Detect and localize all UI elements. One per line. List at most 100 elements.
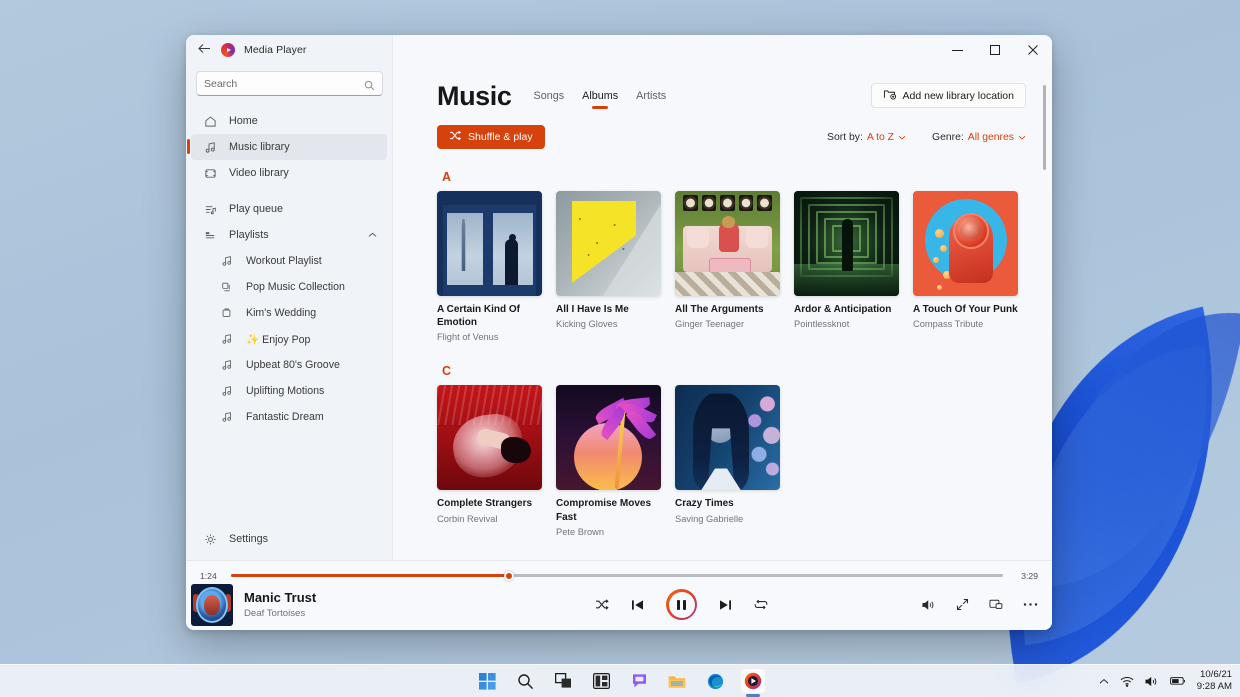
sidebar-item-home[interactable]: Home bbox=[191, 108, 387, 134]
album-row: A Certain Kind Of Emotion Flight of Venu… bbox=[437, 191, 1026, 343]
add-folder-icon bbox=[883, 88, 896, 103]
sidebar-playlist-pop-music-collection[interactable]: Pop Music Collection bbox=[191, 274, 387, 300]
album-card[interactable]: All The Arguments Ginger Teenager bbox=[675, 191, 780, 343]
add-new-library-location-button[interactable]: Add new library location bbox=[870, 83, 1026, 108]
volume-icon[interactable] bbox=[1145, 676, 1159, 687]
album-card[interactable]: All I Have Is Me Kicking Gloves bbox=[556, 191, 661, 343]
sidebar-item-settings[interactable]: Settings bbox=[191, 526, 387, 552]
sidebar-playlist-enjoy-pop[interactable]: ✨ Enjoy Pop bbox=[191, 326, 387, 352]
chevron-down-icon bbox=[898, 133, 906, 142]
start-icon[interactable] bbox=[475, 669, 499, 693]
seek-slider[interactable] bbox=[231, 570, 1003, 581]
clock[interactable]: 10/6/21 9:28 AM bbox=[1197, 669, 1232, 694]
player-row: Manic Trust Deaf Tortoises bbox=[186, 583, 1052, 630]
player-bar: 1:24 3:29 Manic Trust Deaf Tortoises bbox=[186, 560, 1052, 630]
search-container bbox=[186, 65, 392, 106]
album-art[interactable] bbox=[556, 191, 661, 296]
album-art[interactable] bbox=[675, 385, 780, 491]
search-input[interactable] bbox=[204, 77, 364, 90]
media-player-logo-icon bbox=[221, 43, 235, 57]
album-art[interactable] bbox=[794, 191, 899, 296]
pause-button[interactable] bbox=[666, 589, 697, 620]
shuffle-label: Shuffle & play bbox=[468, 131, 533, 143]
previous-track-icon[interactable] bbox=[631, 599, 644, 611]
sidebar-item-label: Music library bbox=[229, 141, 290, 153]
playlist-label: Uplifting Motions bbox=[246, 385, 325, 397]
sidebar-playlist-upbeat-80s-groove[interactable]: Upbeat 80's Groove bbox=[191, 352, 387, 378]
page-header: Music Songs Albums Artists Add new libra… bbox=[437, 65, 1026, 110]
album-artist: Saving Gabrielle bbox=[675, 513, 744, 524]
chat-icon[interactable] bbox=[627, 669, 651, 693]
album-art[interactable] bbox=[556, 385, 661, 491]
widgets-icon[interactable] bbox=[589, 669, 613, 693]
file-explorer-icon[interactable] bbox=[665, 669, 689, 693]
album-art[interactable] bbox=[437, 385, 542, 491]
sidebar-playlist-fantastic-dream[interactable]: Fantastic Dream bbox=[191, 404, 387, 430]
home-icon bbox=[203, 115, 218, 128]
tab-songs[interactable]: Songs bbox=[534, 90, 565, 109]
sort-by-dropdown[interactable]: Sort by: A to Z bbox=[827, 132, 906, 143]
next-track-icon[interactable] bbox=[719, 599, 732, 611]
sidebar-item-music-library[interactable]: Music library bbox=[187, 134, 387, 160]
sidebar-item-play-queue[interactable]: Play queue bbox=[191, 196, 387, 222]
tab-albums[interactable]: Albums bbox=[582, 90, 618, 109]
sidebar-item-video-library[interactable]: Video library bbox=[191, 160, 387, 186]
wifi-icon[interactable] bbox=[1120, 676, 1134, 687]
chevron-down-icon bbox=[1018, 133, 1026, 142]
task-view-icon[interactable] bbox=[551, 669, 575, 693]
media-player-icon[interactable] bbox=[741, 669, 765, 693]
sidebar-playlist-workout-playlist[interactable]: Workout Playlist bbox=[191, 248, 387, 274]
content-scrollbar[interactable] bbox=[1043, 85, 1046, 170]
album-card[interactable]: Compromise Moves Fast Pete Brown bbox=[556, 385, 661, 537]
shuffle-icon[interactable] bbox=[595, 598, 609, 611]
album-card[interactable]: A Touch Of Your Punk Compass Tribute bbox=[913, 191, 1018, 343]
search-icon[interactable] bbox=[513, 669, 537, 693]
playlist-label: Pop Music Collection bbox=[246, 281, 345, 293]
album-row: Complete Strangers Corbin Revival Compro… bbox=[437, 385, 1026, 537]
sidebar-item-label: Play queue bbox=[229, 203, 284, 215]
now-playing[interactable]: Manic Trust Deaf Tortoises bbox=[191, 583, 441, 626]
album-card[interactable]: Complete Strangers Corbin Revival bbox=[437, 385, 542, 537]
now-playing-text: Manic Trust Deaf Tortoises bbox=[244, 590, 316, 619]
gear-icon bbox=[203, 533, 218, 546]
sidebar-item-playlists[interactable]: Playlists bbox=[191, 222, 387, 248]
edge-icon[interactable] bbox=[703, 669, 727, 693]
maximize-button[interactable] bbox=[976, 35, 1014, 65]
tab-artists[interactable]: Artists bbox=[636, 90, 666, 109]
back-arrow-icon[interactable] bbox=[198, 43, 212, 57]
album-card[interactable]: Crazy Times Saving Gabrielle bbox=[675, 385, 780, 537]
minimize-button[interactable] bbox=[938, 35, 976, 65]
mini-player-icon[interactable] bbox=[989, 598, 1003, 611]
sidebar-item-label: Playlists bbox=[229, 229, 269, 241]
chevron-up-icon[interactable] bbox=[368, 231, 377, 240]
sidebar-playlist-uplifting-motions[interactable]: Uplifting Motions bbox=[191, 378, 387, 404]
album-art[interactable] bbox=[913, 191, 1018, 296]
close-button[interactable] bbox=[1014, 35, 1052, 65]
sidebar-divider-space bbox=[186, 186, 392, 196]
chevron-up-icon[interactable] bbox=[1099, 678, 1109, 685]
repeat-icon[interactable] bbox=[754, 598, 768, 611]
volume-icon[interactable] bbox=[922, 599, 936, 611]
album-artist: Ginger Teenager bbox=[675, 319, 745, 330]
more-options-icon[interactable] bbox=[1023, 602, 1038, 607]
system-tray: 10/6/21 9:28 AM bbox=[1099, 669, 1232, 694]
album-title: All I Have Is Me bbox=[556, 304, 629, 315]
shuffle-and-play-button[interactable]: Shuffle & play bbox=[437, 125, 545, 149]
sort-by-label: Sort by: bbox=[827, 131, 863, 143]
album-card[interactable]: A Certain Kind Of Emotion Flight of Venu… bbox=[437, 191, 542, 343]
sidebar-item-label: Settings bbox=[229, 533, 269, 545]
genre-dropdown[interactable]: Genre: All genres bbox=[932, 132, 1026, 143]
fullscreen-icon[interactable] bbox=[956, 598, 969, 611]
sort-by-value: A to Z bbox=[866, 131, 895, 143]
battery-icon[interactable] bbox=[1169, 676, 1186, 686]
seek-thumb[interactable] bbox=[503, 570, 514, 581]
album-art[interactable] bbox=[437, 191, 542, 296]
track-artist: Deaf Tortoises bbox=[244, 608, 306, 619]
album-art[interactable] bbox=[675, 191, 780, 296]
taskbar: 10/6/21 9:28 AM bbox=[0, 664, 1240, 697]
search-box[interactable] bbox=[196, 71, 383, 96]
music-note-icon bbox=[221, 411, 235, 423]
album-card[interactable]: Ardor & Anticipation Pointlessknot bbox=[794, 191, 899, 343]
sidebar-playlist-kims-wedding[interactable]: Kim's Wedding bbox=[191, 300, 387, 326]
music-note-icon bbox=[221, 385, 235, 397]
